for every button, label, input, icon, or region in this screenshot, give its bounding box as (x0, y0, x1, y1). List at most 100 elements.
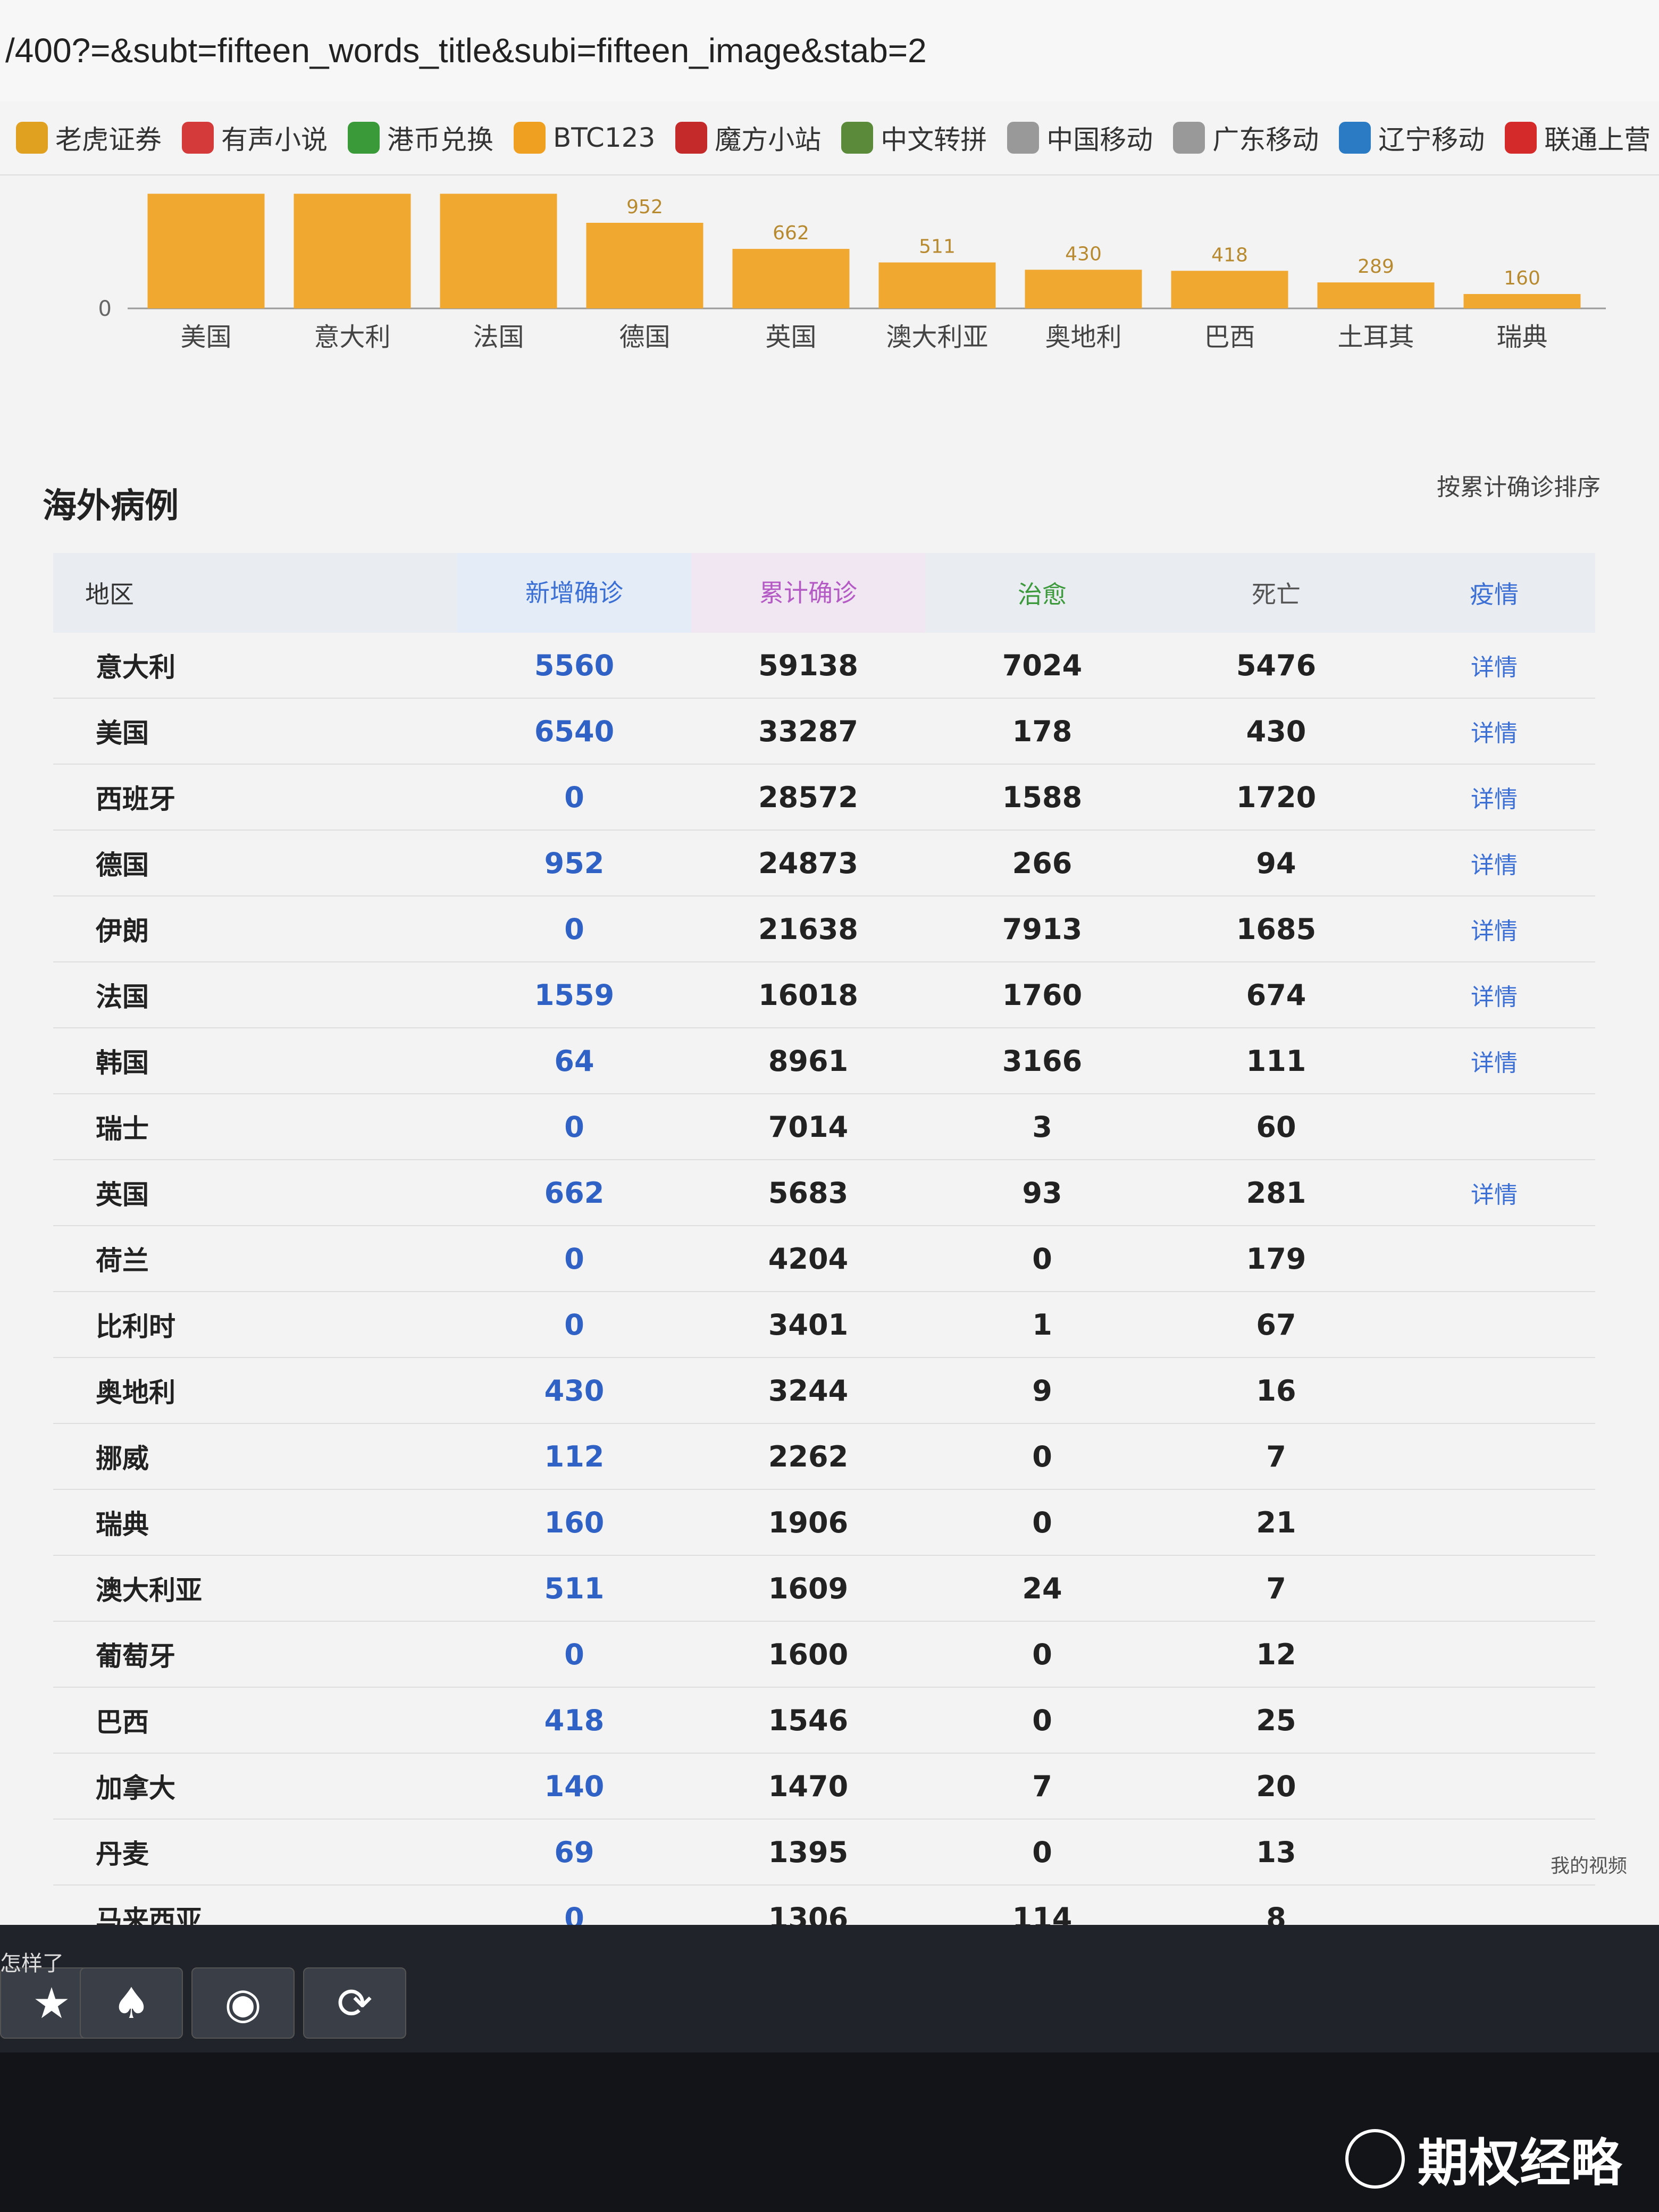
x-tick-label: 澳大利亚 (886, 322, 988, 352)
sort-toggle[interactable]: 按累计确诊排序 (1437, 468, 1601, 502)
table-row[interactable]: 荷兰 0 4204 0 179 (53, 1226, 1595, 1292)
cell-region: 法国 (96, 982, 149, 1012)
r-icon (675, 122, 708, 154)
cell-cured: 0 (1032, 1242, 1052, 1276)
table-row[interactable]: 瑞士 0 7014 3 60 (53, 1094, 1595, 1160)
table-row[interactable]: 葡萄牙 0 1600 0 12 (53, 1622, 1595, 1688)
cell-cured: 3 (1032, 1110, 1052, 1144)
cell-cured: 178 (1012, 714, 1073, 748)
cell-total: 5683 (768, 1176, 849, 1210)
table-row[interactable]: 奥地利 430 3244 9 16 (53, 1358, 1595, 1424)
bookmark-item[interactable]: BTC123 (514, 122, 655, 154)
bookmark-label: 联通上营 (1544, 124, 1651, 155)
cell-cured: 0 (1032, 1637, 1052, 1671)
bookmark-item[interactable]: 港币兑换 (348, 119, 493, 157)
bookmark-label: 广东移动 (1212, 124, 1319, 155)
cell-detail[interactable]: 详情 (1393, 1176, 1595, 1210)
cell-total: 2262 (768, 1439, 849, 1473)
table-row[interactable]: 意大利 5560 59138 7024 5476 详情 (53, 633, 1595, 699)
cell-dead: 13 (1256, 1835, 1296, 1869)
cell-detail[interactable]: 详情 (1393, 846, 1595, 880)
header-detail: 疫情 (1470, 580, 1519, 609)
bar[interactable] (147, 194, 265, 308)
cell-dead: 20 (1256, 1769, 1296, 1803)
bar[interactable] (1463, 294, 1581, 308)
cell-region: 美国 (96, 718, 149, 749)
cell-dead: 16 (1256, 1373, 1296, 1407)
bar[interactable] (440, 194, 557, 308)
my-video-button[interactable]: 我的视频 (1551, 1850, 1627, 1878)
cell-cured: 9 (1032, 1373, 1052, 1407)
coin-app-icon[interactable]: ◉ (191, 1967, 295, 2039)
table-row[interactable]: 比利时 0 3401 1 67 (53, 1292, 1595, 1358)
table-body: 意大利 5560 59138 7024 5476 详情 美国 6540 33287 178 430 详… (53, 633, 1595, 1925)
bar[interactable] (586, 223, 703, 308)
cell-detail[interactable]: 详情 (1393, 714, 1595, 748)
cell-total: 7014 (768, 1110, 849, 1144)
cards-app-icon[interactable]: ♠ (80, 1967, 183, 2039)
bookmark-item[interactable]: 联通上营 (1505, 119, 1650, 157)
cell-cured: 7024 (1002, 648, 1083, 682)
bookmark-item[interactable]: 中文转拼 (841, 119, 987, 157)
url-text[interactable]: /400?=&subt=fifteen_words_title&subi=fif… (5, 31, 927, 70)
table-row[interactable]: 美国 6540 33287 178 430 详情 (53, 699, 1595, 765)
bar[interactable] (294, 194, 411, 308)
cell-cured: 1 (1032, 1308, 1052, 1342)
header-cured[interactable]: 治愈 (925, 575, 1159, 610)
bar[interactable] (878, 262, 996, 308)
cell-region: 意大利 (96, 652, 175, 683)
table-row[interactable]: 澳大利亚 511 1609 24 7 (53, 1556, 1595, 1622)
x-tick-label: 德国 (619, 322, 670, 352)
table-row[interactable]: 韩国 64 8961 3166 111 详情 (53, 1028, 1595, 1094)
x-tick-label: 意大利 (314, 322, 390, 352)
cell-dead: 1720 (1236, 780, 1317, 814)
cell-new: 430 (544, 1373, 605, 1407)
cell-dead: 111 (1246, 1044, 1306, 1078)
refresh-app-icon[interactable]: ⟳ (303, 1967, 406, 2039)
bookmark-label: BTC123 (553, 122, 656, 153)
table-row[interactable]: 巴西 418 1546 0 25 (53, 1688, 1595, 1754)
header-new[interactable]: 新增确诊 (457, 553, 691, 633)
table-row[interactable]: 法国 1559 16018 1760 674 详情 (53, 962, 1595, 1028)
table-row[interactable]: 丹麦 69 1395 0 13 (53, 1820, 1595, 1886)
bookmark-item[interactable]: 老虎证券 (16, 119, 162, 157)
cell-region: 德国 (96, 850, 149, 881)
bookmark-item[interactable]: 广东移动 (1173, 119, 1319, 157)
table-row[interactable]: 德国 952 24873 266 94 详情 (53, 831, 1595, 896)
cell-detail[interactable]: 详情 (1393, 912, 1595, 946)
cell-dead: 12 (1256, 1637, 1296, 1671)
cell-detail[interactable]: 详情 (1393, 1044, 1595, 1078)
bookmark-item[interactable]: 辽宁移动 (1339, 119, 1485, 157)
bookmark-item[interactable]: 有声小说 (182, 119, 328, 157)
table-row[interactable]: 西班牙 0 28572 1588 1720 详情 (53, 765, 1595, 831)
address-bar[interactable]: /400?=&subt=fifteen_words_title&subi=fif… (0, 0, 1659, 102)
table-row[interactable]: 英国 662 5683 93 281 详情 (53, 1160, 1595, 1226)
bookmark-item[interactable]: 魔方小站 (675, 119, 821, 157)
bar[interactable] (1171, 271, 1288, 308)
table-row[interactable]: 瑞典 160 1906 0 21 (53, 1490, 1595, 1556)
cell-detail[interactable]: 详情 (1393, 978, 1595, 1012)
table-row[interactable]: 挪威 112 2262 0 7 (53, 1424, 1595, 1490)
x-tick-label: 美国 (180, 322, 231, 352)
header-dead[interactable]: 死亡 (1159, 575, 1393, 610)
bookmark-item[interactable]: 中国移动 (1007, 119, 1153, 157)
page-icon (1007, 122, 1040, 154)
bar-data-label: 418 (1211, 244, 1248, 266)
table-row[interactable]: 伊朗 0 21638 7913 1685 详情 (53, 896, 1595, 962)
cell-detail[interactable]: 详情 (1393, 648, 1595, 682)
bar[interactable] (732, 249, 850, 308)
table-row[interactable]: 加拿大 140 1470 7 20 (53, 1754, 1595, 1820)
bar[interactable] (1025, 270, 1142, 308)
bar-chart: 0 美国 意大利 法国 952 德国 662 英国 511 澳大利亚 430 奥地利 418 巴西 289 土… (0, 175, 1659, 378)
table-row[interactable]: 马来西亚 0 1306 114 8 (53, 1886, 1595, 1925)
cell-region: 加拿大 (96, 1773, 175, 1804)
cell-total: 3401 (768, 1308, 849, 1342)
cell-region: 挪威 (96, 1443, 149, 1474)
bar[interactable] (1317, 282, 1435, 308)
cell-dead: 7 (1266, 1571, 1286, 1605)
cell-new: 952 (544, 846, 605, 880)
cell-total: 1609 (768, 1571, 849, 1605)
map-icon (841, 122, 874, 154)
header-total[interactable]: 累计确诊 (691, 553, 925, 633)
cell-detail[interactable]: 详情 (1393, 780, 1595, 814)
